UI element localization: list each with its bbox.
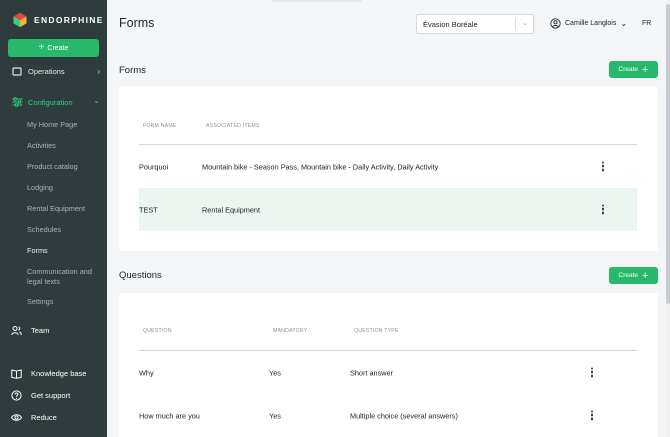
column-header-question-type: QUESTION TYPE [354,328,399,334]
table-row[interactable]: Why Yes Short answer [139,351,637,394]
plus-icon: + [38,42,45,53]
language-switch[interactable]: FR [642,20,651,27]
questions-create-label: Create [618,272,639,279]
column-header-form-name: FORM NAME [143,123,177,129]
sidebar-item-label: Get support [31,391,71,400]
sidebar-item-label: Configuration [28,97,73,107]
user-circle-icon [550,18,561,29]
subnav-product-catalog[interactable]: Product catalog [27,162,78,171]
subnav-my-home-page[interactable]: My Home Page [27,120,77,129]
mandatory-cell: Yes [269,368,281,377]
subnav-communication-line1[interactable]: Communication and [27,267,92,276]
page-title: Forms [119,16,155,30]
more-vertical-icon[interactable] [601,204,605,215]
sidebar-item-label: Knowledge base [31,369,87,378]
questions-create-button[interactable]: Create + [609,267,658,284]
more-vertical-icon[interactable] [601,161,605,172]
organization-select[interactable]: Évasion Boréale ⌄ [416,14,534,34]
chevron-down-icon: ⌄ [93,96,100,105]
forms-create-button[interactable]: Create + [609,61,658,78]
sidebar-create-button[interactable]: + Create [8,39,99,57]
question-cell: Why [139,368,154,377]
form-name-cell: Pourquoi [139,162,169,171]
questions-section-title: Questions [119,270,162,281]
column-header-question: QUESTION [143,328,172,334]
top-shadow [272,0,362,2]
main-content: Forms Évasion Boréale ⌄ Camille Langlois… [107,0,667,437]
forms-section-title: Forms [119,65,146,76]
user-name: Camille Langlois [565,20,617,27]
sidebar-item-get-support[interactable]: Get support [11,390,70,401]
forms-card: FORM NAME ASSOCIATED ITEMS Pourquoi Moun… [119,86,658,251]
book-icon [11,369,22,379]
sidebar-item-label: Team [31,326,50,335]
column-header-mandatory: MANDATORY [273,328,308,334]
chevron-right-icon: › [97,67,100,76]
associated-items-cell: Rental Equipment [202,205,261,214]
plus-icon: + [642,269,649,282]
subnav-communication-line2[interactable]: legal texts [27,277,60,286]
more-vertical-icon[interactable] [590,367,594,378]
mandatory-cell: Yes [269,411,281,420]
sidebar-item-configuration[interactable]: Configuration ⌄ [12,96,100,108]
subnav-settings[interactable]: Settings [27,297,53,306]
associated-items-cell: Mountain bike - Season Pass, Mountain bi… [202,162,439,171]
chevron-down-icon: ⌄ [620,19,628,28]
question-type-cell: Short answer [350,368,393,377]
sidebar-create-label: Create [47,44,69,52]
subnav-forms[interactable]: Forms [27,246,48,255]
sidebar-item-reduce[interactable]: Reduce [11,412,57,423]
sliders-icon [12,97,23,107]
sidebar-item-knowledge-base[interactable]: Knowledge base [11,368,86,379]
sidebar: ENDORPHINE + Create Operations › Configu… [0,0,107,437]
form-name-cell: TEST [139,205,158,214]
questions-card: QUESTION MANDATORY QUESTION TYPE Why Yes… [119,293,658,437]
subnav-activities[interactable]: Activities [27,141,56,150]
table-row[interactable]: How much are you Yes Multiple choice (se… [139,394,637,437]
help-circle-icon [11,390,22,401]
forms-create-label: Create [618,66,639,73]
scrollbar-thumb[interactable] [666,4,670,304]
subnav-lodging[interactable]: Lodging [27,183,53,192]
table-row[interactable]: TEST Rental Equipment [139,188,637,231]
endorphine-logo-icon [13,13,27,27]
subnav-rental-equipment[interactable]: Rental Equipment [27,204,85,213]
scrollbar[interactable] [666,0,670,437]
plus-icon: + [642,63,649,76]
sidebar-item-operations[interactable]: Operations › [12,64,100,78]
question-type-cell: Multiple choice (several answers) [350,411,458,420]
eye-icon [11,414,22,421]
sidebar-item-label: Operations [28,66,65,76]
more-vertical-icon[interactable] [590,410,594,421]
brand[interactable]: ENDORPHINE [12,12,104,28]
subnav-schedules[interactable]: Schedules [27,225,61,234]
organization-select-value: Évasion Boréale [423,19,478,29]
question-cell: How much are you [139,411,200,420]
chevron-down-icon: ⌄ [522,20,528,27]
select-divider [515,18,516,30]
brand-name: ENDORPHINE [34,15,104,25]
column-header-associated-items: ASSOCIATED ITEMS [206,123,260,129]
user-menu[interactable]: Camille Langlois ⌄ [550,18,627,29]
team-icon [11,326,22,336]
sidebar-item-team[interactable]: Team [11,325,49,336]
operations-icon [12,67,22,76]
sidebar-item-label: Reduce [31,413,57,422]
table-row[interactable]: Pourquoi Mountain bike - Season Pass, Mo… [139,145,637,188]
